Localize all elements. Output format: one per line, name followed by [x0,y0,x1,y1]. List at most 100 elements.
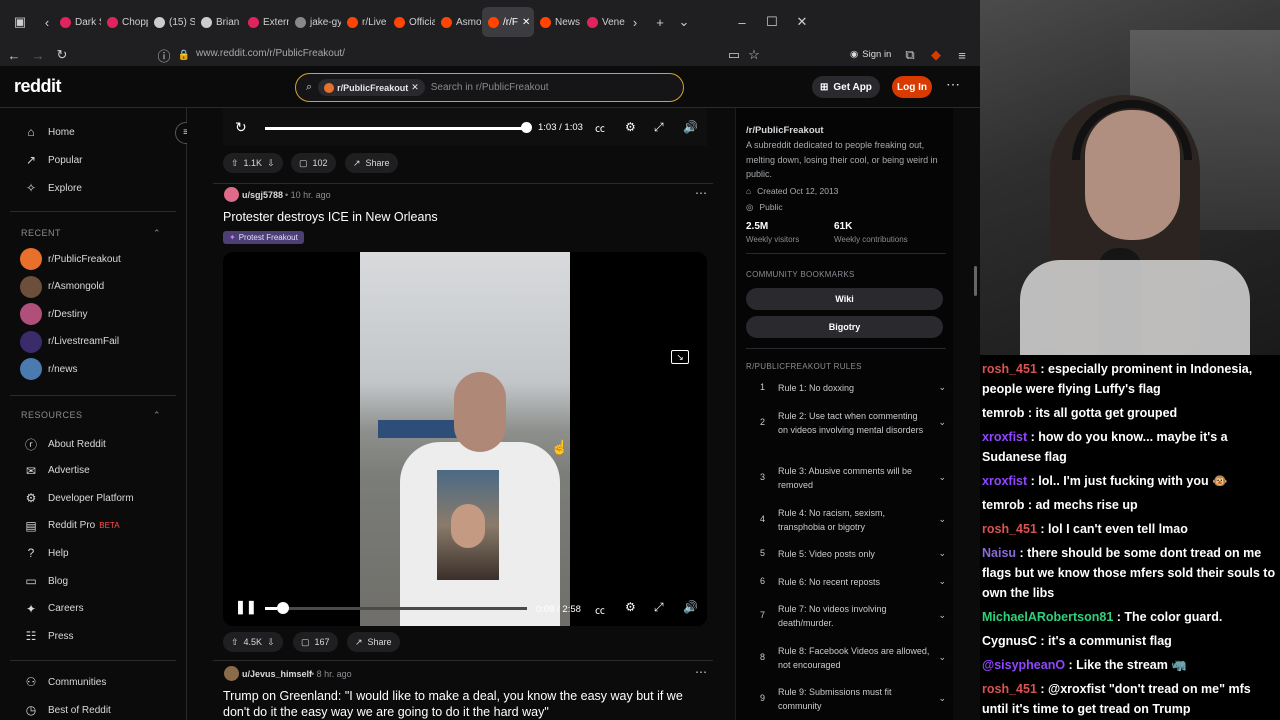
settings-gear-icon[interactable]: ⚙ [625,600,636,614]
rule-item[interactable]: 3 Rule 3: Abusive comments will be remove… [746,465,946,492]
rule-item[interactable]: 6 Rule 6: No recent reposts ⌄ [746,576,946,590]
minimize-icon[interactable]: – [730,15,754,30]
post-card[interactable]: u/Jevus_himself • 8 hr. ago ⋯ Trump on G… [187,664,735,720]
extensions-icon[interactable]: ⧉ [898,47,922,63]
forward-icon[interactable]: → [26,48,50,63]
remove-chip-icon[interactable]: ✕ [411,82,419,93]
resources-section-header[interactable]: RESOURCES ⌃ [21,410,161,421]
close-window-icon[interactable]: ✕ [790,14,814,30]
search-bar[interactable]: ⌕ r/PublicFreakout ✕ Search in r/PublicF… [295,73,684,102]
browser-tab[interactable]: News [534,7,581,37]
browser-tab[interactable]: Chopp [101,7,148,37]
recent-section-header[interactable]: RECENT ⌃ [21,228,161,239]
volume-icon[interactable]: 🔊 [683,600,698,614]
sidebar-item-community[interactable]: r/news [20,358,77,381]
reddit-logo[interactable]: reddit [14,76,62,97]
chat-username[interactable]: MichaelARobertson81 [982,610,1113,624]
post-username[interactable]: u/Jevus_himself [242,669,312,679]
browser-tab[interactable]: (15) S [148,7,195,37]
post-menu-icon[interactable]: ⋯ [695,186,707,200]
sign-in-button[interactable]: ◉ Sign in [850,49,891,60]
tab-scroll-left-icon[interactable]: ‹ [40,15,54,30]
video-progress-track[interactable] [265,127,527,130]
bookmark-button[interactable]: Wiki [746,288,943,310]
browser-tab[interactable]: jake-gylle [289,7,341,37]
chat-username[interactable]: xroxfist [982,430,1027,444]
rule-item[interactable]: 7 Rule 7: No videos involving death/murde… [746,603,946,630]
post-card[interactable]: u/sgj5788 • 10 hr. ago ⋯ Protester destr… [187,184,735,654]
browser-tab[interactable]: Vene [581,7,628,37]
browser-tab[interactable]: Asmo [435,7,482,37]
rule-item[interactable]: 5 Rule 5: Video posts only ⌄ [746,548,946,562]
chat-username[interactable]: Naisu [982,546,1016,560]
rule-item[interactable]: 4 Rule 4: No racism, sexism, transphobia … [746,507,946,534]
rule-item[interactable]: 2 Rule 2: Use tact when commenting on vid… [746,410,946,437]
tab-list-icon[interactable]: ⌄ [672,14,696,30]
log-in-button[interactable]: Log In [892,76,932,98]
captions-icon[interactable]: ㏄ [595,120,605,135]
video-scrubber[interactable] [276,602,289,614]
upvote-icon[interactable]: ⇧ [231,158,239,169]
video-scrubber[interactable] [521,122,532,133]
downvote-icon[interactable]: ⇩ [267,158,275,169]
sidebar-item-resource[interactable]: ? Help [24,546,69,560]
page-scrollbar[interactable] [974,266,977,296]
pause-icon[interactable]: ❚❚ [235,599,257,615]
browser-menu-icon[interactable]: ≡ [950,48,974,63]
bookmark-star-icon[interactable]: ☆ [742,47,766,63]
browser-tab[interactable]: r/Live [341,7,388,37]
url-field[interactable]: www.reddit.com/r/PublicFreakout/ [196,48,345,59]
chat-username[interactable]: rosh_451 [982,682,1037,696]
captions-icon[interactable]: ㏄ [595,602,605,617]
sidebar-item-community[interactable]: r/LivestreamFail [20,330,119,353]
post-title[interactable]: Trump on Greenland: "I would like to mak… [223,688,683,720]
maximize-icon[interactable]: ☐ [760,14,784,30]
browser-tab[interactable]: Extern [242,7,289,37]
avatar[interactable] [224,187,239,202]
sidebar-item-community[interactable]: r/PublicFreakout [20,248,121,270]
comments-button[interactable]: ▢ 102 [291,153,336,173]
volume-icon[interactable]: 🔊 [683,120,698,134]
chat-username[interactable]: rosh_451 [982,522,1037,536]
sidebar-item-resource[interactable]: ▤ Reddit Pro BETA [24,519,119,533]
upvote-icon[interactable]: ⇧ [231,637,239,648]
share-button[interactable]: ↗ Share [345,153,398,173]
extension-badge-icon[interactable]: ◆ [924,47,948,63]
get-app-button[interactable]: ⊞ Get App [812,76,880,98]
sidebar-item-resource[interactable]: ✉ Advertise [24,464,90,478]
chat-username[interactable]: temrob [982,498,1024,512]
sidebar-item-resource[interactable]: ▭ Blog [24,574,68,588]
search-community-chip[interactable]: r/PublicFreakout ✕ [318,79,425,96]
sidebar-item-bottom[interactable]: ⚇ Communities [24,675,107,689]
search-input[interactable]: Search in r/PublicFreakout [431,82,549,93]
more-options-icon[interactable]: ⋯ [946,76,960,93]
chat-username[interactable]: xroxfist [982,474,1027,488]
bookmark-button[interactable]: Bigotry [746,316,943,338]
new-tab-icon[interactable]: + [648,15,672,30]
picture-in-picture-icon[interactable]: ↘ [671,350,689,364]
sidebar-item-community[interactable]: r/Asmongold [20,275,104,298]
browser-tab[interactable]: Dark S [54,7,101,37]
post-username[interactable]: u/sgj5788 [242,190,283,200]
video-progress-track[interactable] [265,607,527,610]
rule-item[interactable]: 1 Rule 1: No doxxing ⌄ [746,382,946,396]
fullscreen-icon[interactable]: ⤢ [654,120,664,135]
close-tab-icon[interactable]: ✕ [522,17,530,28]
chat-username[interactable]: CygnusC [982,634,1037,648]
tab-actions-icon[interactable]: ▣ [0,14,40,30]
sidebar-item-resource[interactable]: ⚙ Developer Platform [24,491,134,505]
fullscreen-icon[interactable]: ⤢ [654,600,664,615]
reload-icon[interactable]: ↻ [50,47,74,63]
sidebar-item-resource[interactable]: ✦ Careers [24,602,84,616]
sidebar-item-bottom[interactable]: ◷ Best of Reddit [24,703,111,717]
share-button[interactable]: ↗ Share [347,632,400,652]
downvote-icon[interactable]: ⇩ [267,637,275,648]
post-title[interactable]: Protester destroys ICE in New Orleans [223,210,438,224]
tab-scroll-right-icon[interactable]: › [628,15,642,30]
rule-item[interactable]: 8 Rule 8: Facebook Videos are allowed, no… [746,645,946,672]
replay-icon[interactable]: ↻ [235,119,247,136]
post-menu-icon[interactable]: ⋯ [695,665,707,679]
sidebar-item-explore[interactable]: ✧ Explore [24,181,82,195]
chat-username[interactable]: temrob [982,406,1024,420]
sidebar-item-home[interactable]: ⌂ Home [24,125,74,139]
